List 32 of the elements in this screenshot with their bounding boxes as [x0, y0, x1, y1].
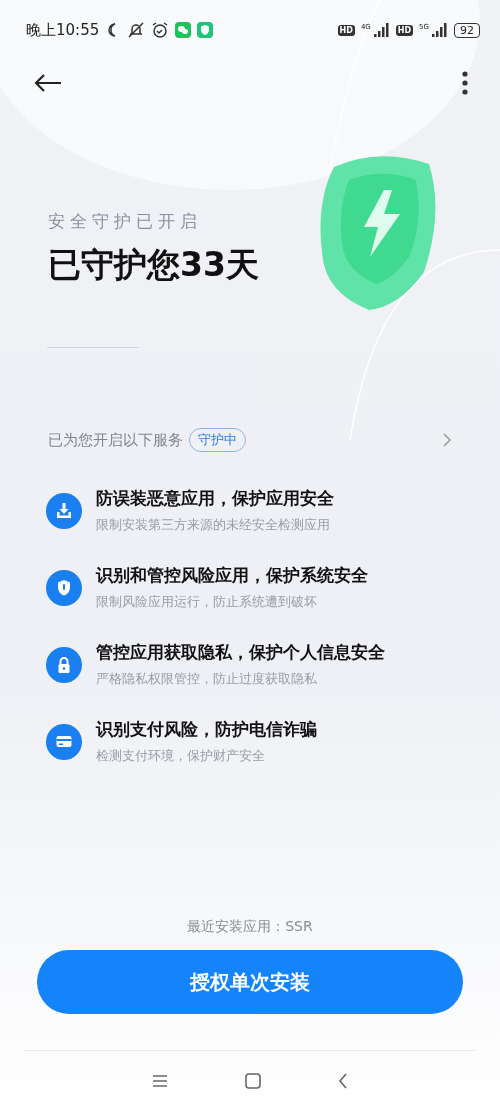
signal-icon [432, 23, 448, 37]
status-time: 晚上10:55 [26, 20, 100, 40]
card-icon [46, 723, 82, 760]
service-title: 识别和管控风险应用，保护系统安全 [96, 564, 368, 587]
protection-status: 安全守护已开启 [48, 210, 203, 233]
battery-level: 92 [454, 22, 480, 38]
shield-app-icon [197, 22, 214, 38]
lock-icon [46, 646, 82, 683]
hd-badge: HD [395, 24, 414, 36]
hd-badge: HD [337, 24, 355, 36]
services-heading: 已为您开启以下服务 [48, 430, 183, 450]
menu-icon[interactable] [152, 1074, 169, 1088]
more-icon[interactable] [462, 71, 468, 95]
service-description: 严格隐私权限管控，防止过度获取隐私 [96, 670, 318, 688]
service-title: 管控应用获取隐私，保护个人信息安全 [96, 641, 385, 664]
shield-icon [46, 569, 82, 606]
authorize-install-button[interactable]: 授权单次安装 [37, 950, 463, 1014]
service-description: 检测支付环境，保护财产安全 [96, 747, 266, 765]
service-description: 限制安装第三方来源的未经安全检测应用 [96, 516, 331, 534]
home-square-icon[interactable] [245, 1073, 261, 1089]
chat-app-icon [175, 22, 192, 38]
service-title: 防误装恶意应用，保护应用安全 [96, 487, 334, 510]
alarm-icon [151, 21, 170, 39]
download-icon [46, 492, 82, 529]
recent-app-label: 最近安装应用：SSR [187, 918, 313, 936]
back-icon[interactable] [337, 1073, 348, 1089]
muted-bell-icon [127, 22, 146, 38]
protection-days: 已守护您33天 [48, 243, 259, 288]
signal-icon [373, 23, 390, 37]
service-description: 限制风险应用运行，防止系统遭到破坏 [96, 593, 318, 611]
back-arrow-icon[interactable] [34, 73, 62, 93]
service-title: 识别支付风险，防护电信诈骗 [96, 718, 317, 741]
